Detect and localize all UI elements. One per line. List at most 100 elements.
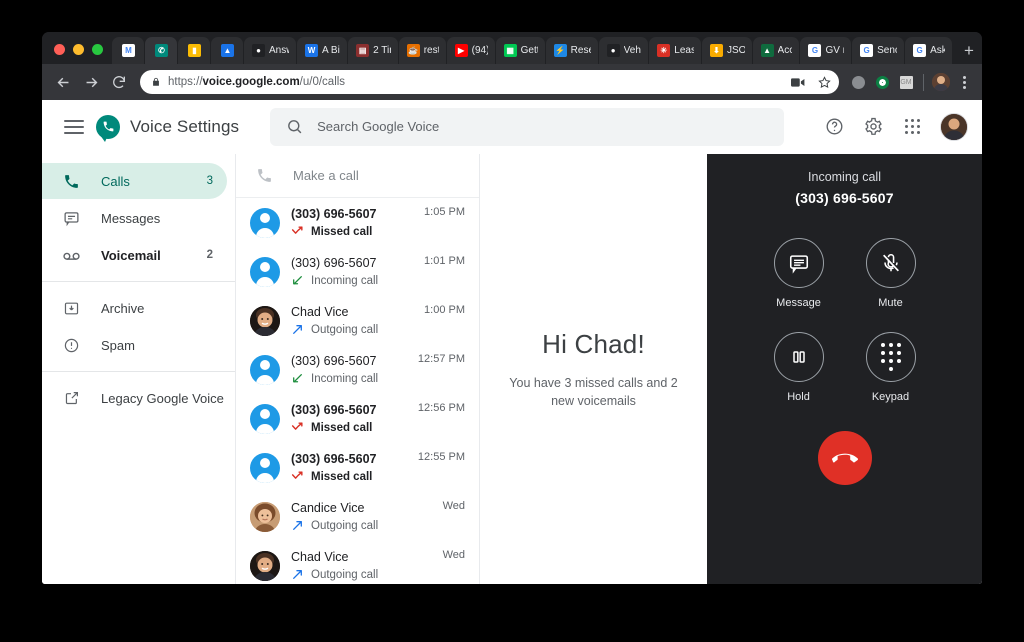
message-button[interactable]: Message: [773, 238, 824, 309]
sidebar-item-voicemail[interactable]: Voicemail 2: [42, 237, 227, 273]
avatar[interactable]: [940, 112, 968, 141]
app-brand: Voice Settings: [96, 114, 240, 142]
call-list-item[interactable]: Chad Vice Outgoing call 1:00 PM: [236, 296, 479, 345]
browser-menu-icon[interactable]: [954, 75, 974, 89]
green-icon: ▦: [503, 44, 517, 57]
gear-icon[interactable]: [862, 116, 884, 138]
contact-avatar: [250, 501, 280, 532]
sidebar-item-label: Spam: [101, 337, 135, 353]
call-list-item[interactable]: (303) 696-5607 Missed call 1:05 PM: [236, 198, 479, 247]
browser-tab[interactable]: ▤ 2 Tir: [348, 37, 398, 64]
incoming-call-icon: [291, 372, 304, 385]
browser-tab[interactable]: GSenc: [852, 37, 905, 64]
browser-tab[interactable]: ▲: [211, 37, 243, 64]
make-a-call-label: Make a call: [293, 168, 359, 183]
browser-tab[interactable]: ▲ Acc: [752, 37, 800, 64]
browser-tab[interactable]: G GV r: [800, 37, 852, 64]
profile-avatar[interactable]: [930, 71, 952, 93]
call-contact-name: Chad Vice: [291, 549, 349, 564]
browser-tab[interactable]: ⬇ JSO: [701, 37, 752, 64]
extension-icon-2[interactable]: [871, 71, 893, 93]
sidebar-item-badge: 3: [206, 175, 213, 187]
make-a-call-button[interactable]: Make a call: [236, 154, 479, 198]
message-icon: [62, 210, 81, 227]
globe-icon: ●: [252, 44, 265, 57]
call-contact-name: (303) 696-5607: [291, 353, 377, 368]
extension-icon-3[interactable]: GM: [895, 71, 917, 93]
missed-call-icon: [291, 225, 304, 238]
browser-tab[interactable]: ✳ Leas: [649, 37, 701, 64]
address-bar[interactable]: https://voice.google.com/u/0/calls: [140, 70, 839, 94]
globe-icon: ●: [606, 44, 620, 57]
browser-tab[interactable]: ⚡Rese: [545, 37, 598, 64]
reload-icon[interactable]: [106, 69, 132, 95]
browser-tab[interactable]: M: [112, 37, 144, 64]
apps-grid-icon[interactable]: [901, 116, 923, 138]
red-asterisk-icon: ✳: [657, 44, 671, 57]
default-avatar-icon: [250, 452, 280, 483]
sidebar-item-label: Messages: [101, 210, 161, 226]
greeting-subtitle: You have 3 missed calls and 2 new voicem…: [509, 375, 678, 408]
browser-tab[interactable]: W A Bil: [297, 37, 348, 64]
sidebar-item-spam[interactable]: Spam: [42, 327, 227, 363]
sidebar-item-archive[interactable]: Archive: [42, 290, 227, 326]
google-voice-logo-icon: [96, 114, 120, 142]
hold-button[interactable]: Hold: [773, 332, 824, 403]
keypad-button[interactable]: Keypad: [865, 332, 916, 403]
menu-icon[interactable]: [60, 114, 88, 140]
call-status: Incoming call: [291, 273, 413, 289]
browser-tab[interactable]: ▮: [178, 37, 210, 64]
call-status-text: Missed call: [311, 225, 373, 238]
sidebar-nav: Calls 3 Messages Voicemail 2 Archive Spam Legac…: [42, 154, 235, 416]
browser-tab[interactable]: ▦ Gett: [495, 37, 545, 64]
browser-tab[interactable]: ● Answ: [244, 37, 296, 64]
browser-tab-title: GV r: [825, 45, 845, 56]
call-list-item[interactable]: (303) 696-5607 Incoming call 1:01 PM: [236, 247, 479, 296]
call-list-item[interactable]: Candice Vice Outgoing call Wed: [236, 492, 479, 541]
call-number: (303) 696-5607: [795, 190, 894, 206]
video-camera-icon[interactable]: [791, 77, 805, 88]
call-list-item[interactable]: (303) 696-5607 Missed call 12:55 PM: [236, 443, 479, 492]
search-input[interactable]: Search Google Voice: [270, 107, 785, 146]
sidebar-item-label: Legacy Google Voice: [101, 390, 224, 406]
message-icon: [773, 238, 824, 288]
browser-tab-title: 2 Tir: [373, 45, 391, 56]
call-status: Incoming call: [291, 371, 407, 387]
forward-icon[interactable]: [78, 69, 104, 95]
call-control-label: Hold: [787, 391, 810, 403]
end-call-button[interactable]: [817, 431, 872, 485]
lock-icon: [151, 77, 161, 87]
browser-tab[interactable]: ▶(94): [446, 37, 495, 64]
sidebar-item-calls[interactable]: Calls 3: [42, 163, 227, 199]
page-title: Voice Settings: [130, 116, 240, 136]
close-window-button[interactable]: [54, 44, 65, 55]
sidebar-item-messages[interactable]: Messages: [42, 200, 227, 236]
book-icon: ▤: [356, 44, 370, 57]
browser-tab-title: (94): [471, 45, 488, 56]
app-header: Voice Settings Search Google Voice: [42, 100, 982, 154]
browser-tab-title: Gett: [520, 45, 538, 56]
call-time: 1:00 PM: [424, 304, 465, 316]
call-list-item[interactable]: Chad Vice Outgoing call Wed: [236, 541, 479, 584]
sidebar: Calls 3 Messages Voicemail 2 Archive Spam Legac…: [42, 100, 235, 584]
call-list-item[interactable]: (303) 696-5607 Incoming call 12:57 PM: [236, 345, 479, 394]
browser-tab[interactable]: G Ask: [905, 37, 953, 64]
minimize-window-button[interactable]: [73, 44, 84, 55]
maximize-window-button[interactable]: [92, 44, 103, 55]
browser-tab-title: Vehi: [623, 45, 642, 56]
mute-button[interactable]: Mute: [865, 238, 916, 309]
new-tab-button[interactable]: +: [956, 38, 982, 64]
call-list-item[interactable]: (303) 696-5607 Missed call 12:56 PM: [236, 394, 479, 443]
bookmark-star-icon[interactable]: [818, 75, 831, 89]
extension-icon-1[interactable]: [847, 71, 869, 93]
back-icon[interactable]: [50, 69, 76, 95]
browser-tab[interactable]: ☕rest: [398, 37, 446, 64]
browser-tab-title: A Bil: [322, 45, 341, 56]
call-status-text: Incoming call: [311, 274, 379, 287]
spam-icon: [62, 337, 81, 354]
help-icon[interactable]: [823, 116, 845, 138]
browser-tab[interactable]: ✆: [145, 37, 177, 64]
call-status: Outgoing call: [291, 518, 432, 534]
sidebar-item-legacy-google-voice[interactable]: Legacy Google Voice: [42, 380, 227, 416]
browser-tab[interactable]: ● Vehi: [598, 37, 649, 64]
